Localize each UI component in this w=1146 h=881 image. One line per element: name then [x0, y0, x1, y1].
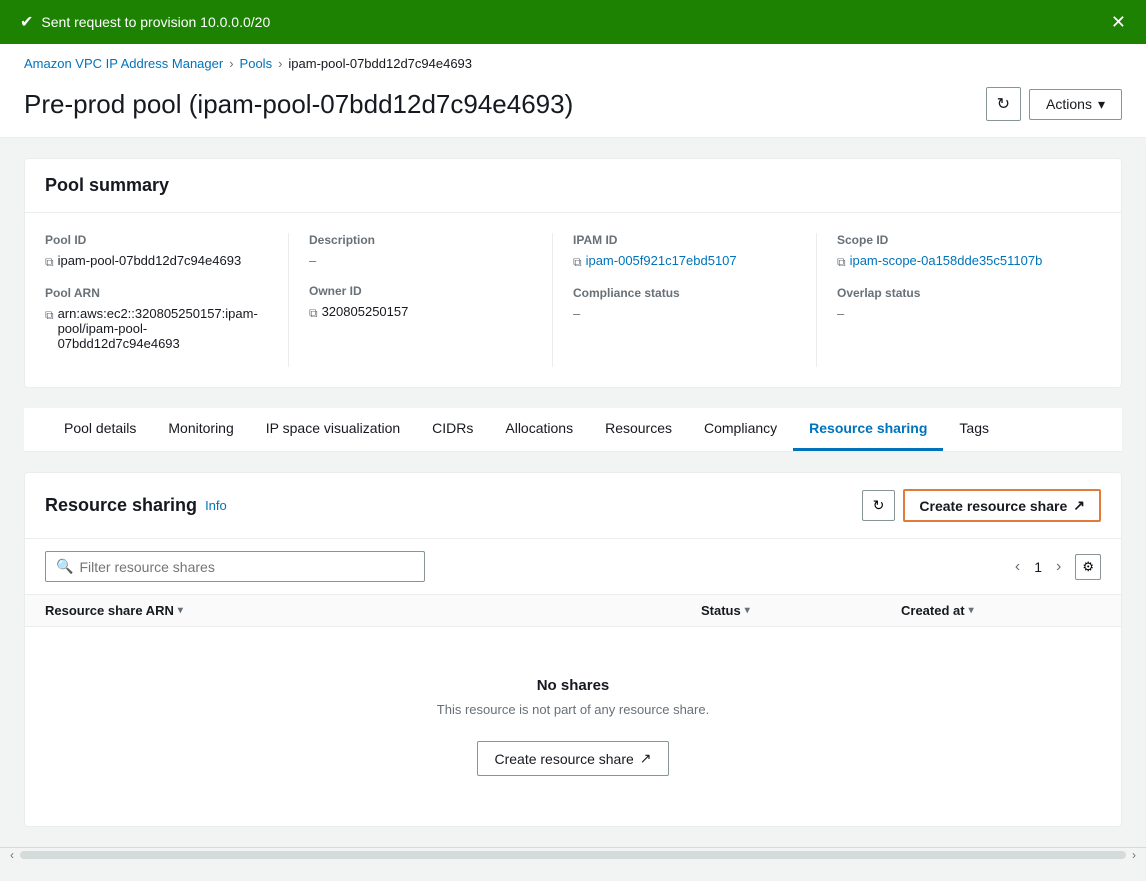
search-icon: 🔍 — [56, 558, 73, 575]
scroll-thumb[interactable] — [20, 851, 1126, 859]
create-share-center-label: Create resource share — [494, 751, 633, 767]
scroll-left-icon[interactable]: ‹ — [10, 848, 14, 862]
overlap-status-value: – — [837, 306, 1081, 321]
pool-summary-col-2: Description – Owner ID ⧉ 320805250157 — [309, 233, 553, 367]
actions-button[interactable]: Actions ▾ — [1029, 89, 1122, 120]
actions-chevron-icon: ▾ — [1098, 96, 1105, 113]
pool-id-copy-icon[interactable]: ⧉ — [45, 255, 54, 270]
breadcrumb-ipam[interactable]: Amazon VPC IP Address Manager — [24, 56, 223, 71]
breadcrumb: Amazon VPC IP Address Manager › Pools › … — [0, 44, 1146, 79]
search-box: 🔍 — [45, 551, 425, 582]
pool-summary-body: Pool ID ⧉ ipam-pool-07bdd12d7c94e4693 Po… — [25, 213, 1121, 387]
pool-id-value: ⧉ ipam-pool-07bdd12d7c94e4693 — [45, 253, 268, 270]
actions-label: Actions — [1046, 96, 1092, 112]
create-resource-share-button-center[interactable]: Create resource share ↗ — [477, 741, 668, 776]
col-arn-label: Resource share ARN — [45, 603, 174, 618]
search-row: 🔍 ‹ 1 › ⚙ — [25, 539, 1121, 595]
sort-icon-status[interactable]: ▾ — [745, 605, 750, 616]
col-header-status: Status ▾ — [701, 603, 901, 618]
ipam-id-value: ⧉ ipam-005f921c17ebd5107 — [573, 253, 796, 270]
page-header: Pre-prod pool (ipam-pool-07bdd12d7c94e46… — [0, 79, 1146, 138]
banner-close-button[interactable]: ✕ — [1111, 13, 1126, 31]
pool-summary-header: Pool summary — [25, 159, 1121, 213]
section-refresh-button[interactable]: ↻ — [862, 490, 896, 521]
description-value: – — [309, 253, 532, 268]
tab-ip-space[interactable]: IP space visualization — [250, 408, 416, 451]
empty-state: No shares This resource is not part of a… — [25, 627, 1121, 826]
external-link-icon: ↗ — [1073, 497, 1085, 514]
col-header-created: Created at ▾ — [901, 603, 1101, 618]
owner-id-value: ⧉ 320805250157 — [309, 304, 532, 321]
ipam-id-copy-icon[interactable]: ⧉ — [573, 255, 582, 270]
description-label: Description — [309, 233, 532, 247]
ipam-id-link[interactable]: ipam-005f921c17ebd5107 — [586, 253, 737, 268]
page-number: 1 — [1034, 559, 1042, 575]
tab-resources[interactable]: Resources — [589, 408, 688, 451]
search-input[interactable] — [79, 559, 414, 575]
pool-summary-col-3: IPAM ID ⧉ ipam-005f921c17ebd5107 Complia… — [573, 233, 817, 367]
col-header-arn: Resource share ARN ▾ — [45, 603, 701, 618]
info-link[interactable]: Info — [205, 498, 227, 513]
breadcrumb-sep-1: › — [229, 56, 233, 71]
check-icon: ✔ — [20, 12, 33, 32]
tab-pool-details[interactable]: Pool details — [48, 408, 152, 451]
breadcrumb-pools[interactable]: Pools — [240, 56, 273, 71]
pool-arn-label: Pool ARN — [45, 286, 268, 300]
tab-compliancy[interactable]: Compliancy — [688, 408, 793, 451]
scope-id-value: ⧉ ipam-scope-0a158dde35c51107b — [837, 253, 1081, 270]
horizontal-scrollbar: ‹ › — [0, 847, 1146, 861]
scope-id-copy-icon[interactable]: ⧉ — [837, 255, 846, 270]
scope-id-link[interactable]: ipam-scope-0a158dde35c51107b — [850, 253, 1043, 268]
sort-icon-created[interactable]: ▾ — [969, 605, 974, 616]
pagination-row: ‹ 1 › ⚙ — [1009, 554, 1101, 580]
page-title: Pre-prod pool (ipam-pool-07bdd12d7c94e46… — [24, 89, 573, 120]
empty-desc: This resource is not part of any resourc… — [45, 702, 1101, 717]
resource-sharing-card: Resource sharing Info ↻ Create resource … — [24, 472, 1122, 827]
pool-arn-value: ⧉ arn:aws:ec2::320805250157:ipam-pool/ip… — [45, 306, 268, 351]
owner-id-label: Owner ID — [309, 284, 532, 298]
header-actions: ↻ Actions ▾ — [986, 87, 1122, 121]
breadcrumb-current: ipam-pool-07bdd12d7c94e4693 — [288, 56, 472, 71]
compliance-status-value: – — [573, 306, 796, 321]
section-title-row: Resource sharing Info — [45, 495, 227, 516]
next-page-button[interactable]: › — [1050, 556, 1067, 578]
create-share-label: Create resource share — [919, 498, 1067, 514]
scroll-right-icon[interactable]: › — [1132, 848, 1136, 862]
tab-allocations[interactable]: Allocations — [489, 408, 589, 451]
success-banner: ✔ Sent request to provision 10.0.0.0/20 … — [0, 0, 1146, 44]
tab-resource-sharing[interactable]: Resource sharing — [793, 408, 943, 451]
tabs-bar: Pool details Monitoring IP space visuali… — [24, 408, 1122, 452]
table-header: Resource share ARN ▾ Status ▾ Created at… — [25, 595, 1121, 627]
overlap-status-label: Overlap status — [837, 286, 1081, 300]
tab-monitoring[interactable]: Monitoring — [152, 408, 249, 451]
settings-button[interactable]: ⚙ — [1075, 554, 1101, 580]
owner-id-copy-icon[interactable]: ⧉ — [309, 306, 318, 321]
external-link-icon-center: ↗ — [640, 750, 652, 767]
create-resource-share-button-header[interactable]: Create resource share ↗ — [903, 489, 1101, 522]
pool-id-label: Pool ID — [45, 233, 268, 247]
ipam-id-label: IPAM ID — [573, 233, 796, 247]
pool-summary-title: Pool summary — [45, 175, 169, 195]
pool-summary-grid: Pool ID ⧉ ipam-pool-07bdd12d7c94e4693 Po… — [45, 233, 1101, 367]
main-content: Pool summary Pool ID ⧉ ipam-pool-07bdd12… — [0, 138, 1146, 847]
pool-summary-card: Pool summary Pool ID ⧉ ipam-pool-07bdd12… — [24, 158, 1122, 388]
section-actions: ↻ Create resource share ↗ — [862, 489, 1101, 522]
compliance-status-label: Compliance status — [573, 286, 796, 300]
sort-icon-arn[interactable]: ▾ — [178, 605, 183, 616]
banner-message: Sent request to provision 10.0.0.0/20 — [41, 14, 270, 30]
col-status-label: Status — [701, 603, 741, 618]
tab-tags[interactable]: Tags — [943, 408, 1005, 451]
pool-summary-col-4: Scope ID ⧉ ipam-scope-0a158dde35c51107b … — [837, 233, 1101, 367]
pool-arn-copy-icon[interactable]: ⧉ — [45, 308, 54, 323]
resource-sharing-header: Resource sharing Info ↻ Create resource … — [25, 473, 1121, 539]
refresh-button[interactable]: ↻ — [986, 87, 1021, 121]
empty-title: No shares — [45, 677, 1101, 694]
tab-cidrs[interactable]: CIDRs — [416, 408, 489, 451]
prev-page-button[interactable]: ‹ — [1009, 556, 1026, 578]
scope-id-label: Scope ID — [837, 233, 1081, 247]
pool-summary-col-1: Pool ID ⧉ ipam-pool-07bdd12d7c94e4693 Po… — [45, 233, 289, 367]
col-created-label: Created at — [901, 603, 965, 618]
breadcrumb-sep-2: › — [278, 56, 282, 71]
resource-sharing-title: Resource sharing — [45, 495, 197, 516]
